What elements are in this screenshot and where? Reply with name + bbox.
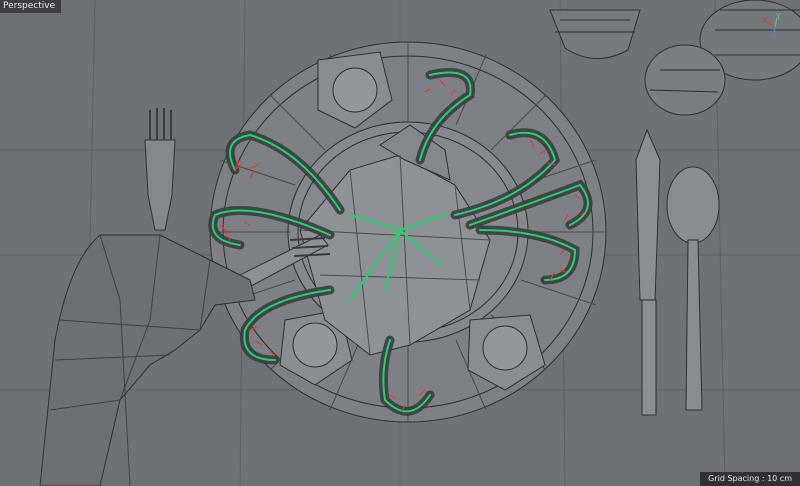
spoon: [666, 166, 720, 411]
3d-viewport[interactable]: Perspective X Y Z Grid Spacing : 10 cm: [0, 0, 800, 486]
knife: [635, 128, 661, 416]
wine-glass-left: [549, 9, 641, 59]
grid-spacing-readout: Grid Spacing : 10 cm: [700, 472, 800, 486]
axis-gizmo: X Y Z: [762, 12, 786, 42]
viewport-name-label[interactable]: Perspective: [0, 0, 62, 13]
scene-canvas[interactable]: [0, 0, 800, 486]
fork-left: [144, 108, 176, 231]
axis-gizmo-lines: [767, 17, 778, 33]
